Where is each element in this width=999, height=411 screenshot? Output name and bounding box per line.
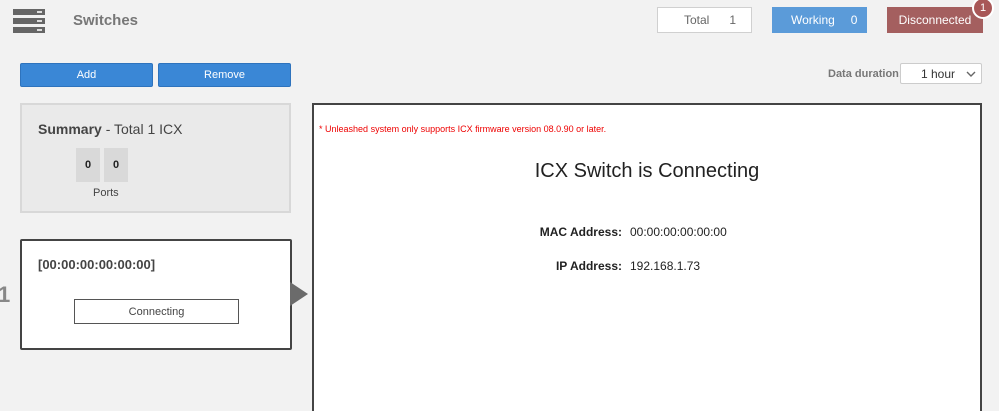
remove-button[interactable]: Remove (158, 63, 291, 87)
switch-index: 1 (0, 282, 11, 307)
chevron-down-icon (966, 71, 976, 77)
total-value: 1 (729, 13, 737, 27)
warning-asterisk: * (319, 124, 323, 134)
mac-address-value: 00:00:00:00:00:00 (630, 225, 727, 239)
data-duration-label: Data duration: (828, 68, 903, 80)
disconnected-count-badge: 1 (972, 0, 994, 19)
switch-mac: [00:00:00:00:00:00] (38, 257, 156, 272)
summary-title: Summary - Total 1 ICX (38, 121, 182, 137)
summary-total: - Total 1 ICX (105, 121, 183, 137)
summary-heading: Summary (38, 121, 102, 137)
ip-address-label: IP Address: (555, 259, 622, 273)
port-count-box: 0 (104, 148, 128, 182)
total-label: Total (684, 13, 710, 27)
firmware-warning: * Unleashed system only supports ICX fir… (319, 124, 606, 134)
mac-address-label: MAC Address: (539, 225, 622, 239)
switch-detail-panel: * Unleashed system only supports ICX fir… (312, 103, 982, 411)
total-count-indicator[interactable]: Total 1 (657, 7, 752, 33)
switch-card[interactable]: [00:00:00:00:00:00] Connecting (20, 239, 292, 350)
switch-status-box: Connecting (74, 299, 239, 324)
warning-text: Unleashed system only supports ICX firmw… (325, 124, 607, 134)
server-rack-icon (13, 9, 45, 33)
page-title: Switches (73, 12, 139, 29)
data-duration-value: 1 hour (921, 66, 956, 81)
disconnected-label: Disconnected (898, 13, 972, 27)
add-button[interactable]: Add (20, 63, 153, 87)
working-filter-button[interactable]: Working 0 (772, 7, 867, 33)
ports-label: Ports (93, 187, 119, 199)
working-value: 0 (850, 13, 858, 27)
detail-title: ICX Switch is Connecting (534, 160, 760, 182)
summary-panel: Summary - Total 1 ICX 0 0 Ports (20, 103, 291, 213)
data-duration-select[interactable]: 1 hour (900, 63, 982, 84)
disconnected-filter-button[interactable]: Disconnected (887, 7, 983, 33)
working-label: Working (791, 13, 835, 27)
selection-pointer-icon (290, 282, 308, 306)
port-count-box: 0 (76, 148, 100, 182)
ip-address-value: 192.168.1.73 (630, 259, 701, 273)
